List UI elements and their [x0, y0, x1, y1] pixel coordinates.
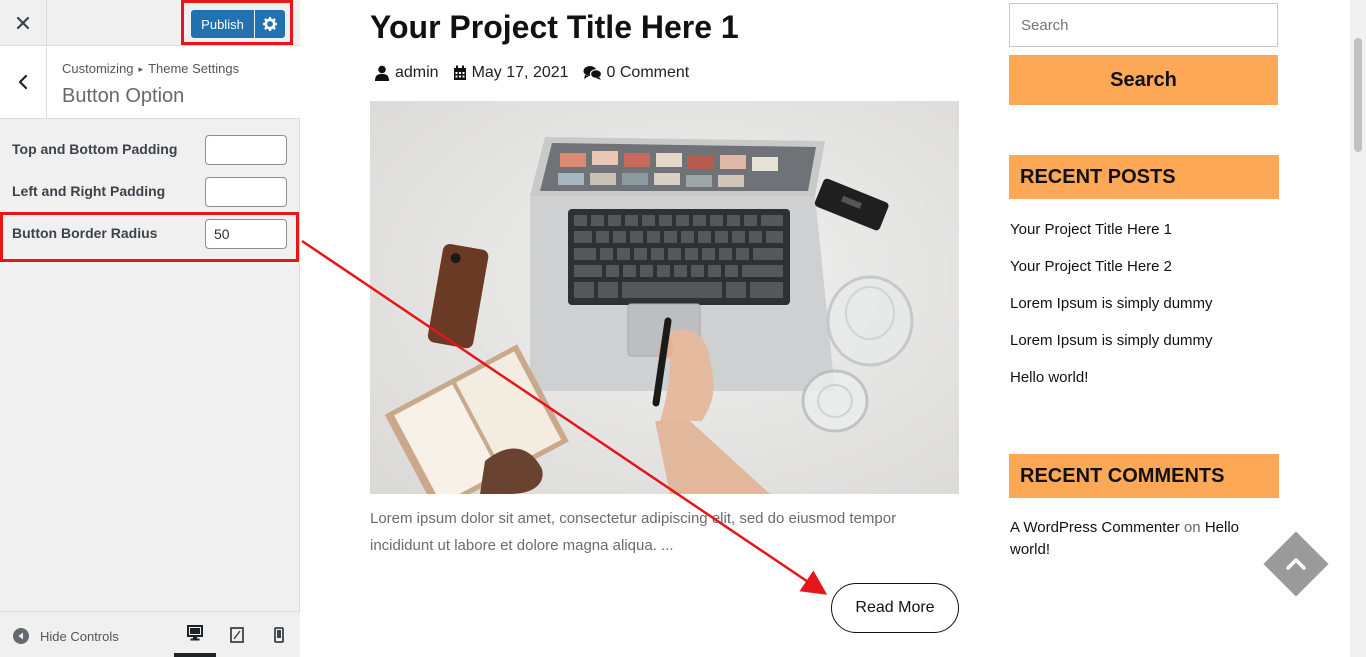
scrollbar-thumb[interactable] — [1354, 38, 1362, 152]
section-header: Customizing ▸ Theme Settings Button Option — [0, 46, 300, 119]
recent-comment-item: A WordPress Commenter on Hello world! — [1010, 517, 1260, 561]
section-title: Button Option — [62, 85, 185, 107]
breadcrumb-root: Customizing — [62, 61, 134, 76]
recent-comments-heading: RECENT COMMENTS — [1009, 454, 1279, 498]
scroll-to-top-button[interactable] — [1263, 531, 1329, 597]
search-button[interactable]: Search — [1009, 55, 1278, 105]
publish-settings-button[interactable] — [255, 10, 285, 38]
customizer-sidebar: Publish Customizing ▸ Theme Settings But… — [0, 0, 300, 657]
user-icon — [375, 65, 389, 81]
post-title[interactable]: Your Project Title Here 1 — [370, 9, 739, 46]
recent-post-link[interactable]: Your Project Title Here 1 — [1010, 221, 1172, 238]
recent-post-link[interactable]: Lorem Ipsum is simply dummy — [1010, 295, 1213, 312]
border-radius-highlight-box — [0, 212, 299, 262]
chevron-left-icon — [18, 74, 28, 90]
post-meta: admin May 17, 2021 0 Comment — [374, 64, 703, 82]
post-comments-count: 0 Comment — [606, 64, 690, 81]
breadcrumb: Customizing ▸ Theme Settings — [62, 61, 239, 76]
option-label: Top and Bottom Padding — [12, 141, 178, 157]
comments-icon — [583, 66, 602, 80]
top-bottom-padding-input[interactable] — [205, 135, 287, 165]
recent-posts-heading: RECENT POSTS — [1009, 155, 1279, 199]
post-author-name: admin — [395, 64, 439, 81]
publish-button[interactable]: Publish — [191, 10, 254, 38]
post-date: May 17, 2021 — [453, 64, 569, 82]
hide-controls-button[interactable]: Hide Controls — [13, 628, 119, 644]
mobile-icon — [274, 626, 284, 643]
comment-on-text: on — [1183, 519, 1201, 536]
calendar-icon — [453, 65, 466, 80]
preview-tablet-button[interactable] — [216, 612, 258, 657]
customizer-header: Publish — [0, 0, 300, 46]
preview-desktop-button[interactable] — [174, 612, 216, 657]
preview-scrollbar[interactable] — [1350, 0, 1366, 657]
post-featured-image[interactable] — [370, 101, 959, 494]
desktop-icon — [187, 624, 203, 640]
post-date-text: May 17, 2021 — [471, 64, 569, 81]
close-customizer-button[interactable] — [0, 0, 47, 45]
laptop-desk-photo — [370, 101, 959, 494]
recent-post-link[interactable]: Hello world! — [1010, 369, 1088, 386]
preview-mobile-button[interactable] — [258, 612, 300, 657]
gear-icon — [263, 17, 277, 31]
collapse-arrow-icon — [13, 628, 29, 644]
post-author[interactable]: admin — [374, 64, 439, 82]
post-comments[interactable]: 0 Comment — [583, 64, 690, 82]
post-excerpt: Lorem ipsum dolor sit amet, consectetur … — [370, 510, 897, 554]
option-label: Left and Right Padding — [12, 183, 166, 199]
hide-controls-label: Hide Controls — [40, 628, 119, 644]
search-input[interactable] — [1009, 3, 1278, 47]
left-right-padding-input[interactable] — [205, 177, 287, 207]
option-top-bottom-padding: Top and Bottom Padding — [0, 135, 300, 175]
recent-post-link[interactable]: Your Project Title Here 2 — [1010, 258, 1172, 275]
breadcrumb-parent: Theme Settings — [148, 61, 240, 76]
site-preview: Your Project Title Here 1 admin May 17, … — [300, 0, 1366, 657]
comment-author-link[interactable]: A WordPress Commenter — [1010, 519, 1180, 536]
back-button[interactable] — [0, 46, 47, 118]
read-more-button[interactable]: Read More — [831, 583, 959, 633]
option-left-right-padding: Left and Right Padding — [0, 177, 300, 217]
recent-post-link[interactable]: Lorem Ipsum is simply dummy — [1010, 332, 1213, 349]
publish-highlight-box: Publish — [181, 0, 293, 45]
close-icon — [16, 16, 30, 29]
tablet-icon — [230, 626, 244, 643]
breadcrumb-separator-icon: ▸ — [138, 64, 144, 74]
customizer-footer: Hide Controls — [0, 611, 300, 657]
